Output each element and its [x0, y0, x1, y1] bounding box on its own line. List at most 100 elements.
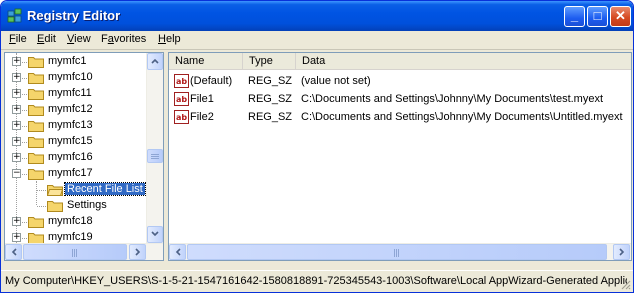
value-data: C:\Documents and Settings\Johnny\My Docu…: [301, 111, 623, 123]
menu-help[interactable]: Help: [158, 33, 181, 45]
tree-item-label: mymfc16: [48, 151, 93, 163]
folder-icon: [28, 153, 44, 164]
expand-icon[interactable]: +: [12, 137, 21, 146]
value-type: REG_SZ: [248, 75, 293, 87]
scroll-thumb[interactable]: [147, 149, 163, 163]
tree-item-label: mymfc13: [48, 119, 93, 131]
expand-icon[interactable]: +: [12, 233, 21, 242]
tree-item[interactable]: − mymfc17: [5, 166, 147, 182]
column-headers: Name Type Data: [169, 53, 631, 70]
scroll-thumb[interactable]: [23, 244, 127, 260]
value-row[interactable]: ab File1 REG_SZ C:\Documents and Setting…: [169, 91, 615, 107]
expand-icon[interactable]: +: [12, 217, 21, 226]
minimize-icon: _: [570, 8, 579, 23]
scroll-thumb[interactable]: [187, 244, 607, 260]
tree-horizontal-scrollbar[interactable]: [5, 243, 163, 260]
expand-icon[interactable]: +: [12, 121, 21, 130]
close-icon: ✕: [615, 8, 626, 23]
scroll-up-button[interactable]: [147, 53, 163, 70]
minimize-button[interactable]: _: [564, 6, 585, 27]
registry-editor-icon: [7, 8, 22, 23]
tree-item[interactable]: + mymfc10: [5, 70, 147, 86]
expand-icon[interactable]: +: [12, 153, 21, 162]
svg-text:ab: ab: [176, 77, 187, 86]
folder-icon: [28, 169, 44, 180]
value-row[interactable]: ab (Default) REG_SZ (value not set): [169, 73, 615, 89]
status-path: My Computer\HKEY_USERS\S-1-5-21-15471616…: [5, 275, 627, 287]
scroll-left-button[interactable]: [5, 244, 22, 260]
folder-icon: [28, 89, 44, 100]
value-type: REG_SZ: [248, 93, 293, 105]
tree-item[interactable]: + mymfc15: [5, 134, 147, 150]
folder-icon: [28, 121, 44, 132]
maximize-icon: □: [593, 8, 602, 23]
scroll-down-button[interactable]: [147, 226, 163, 243]
value-row[interactable]: ab File2 REG_SZ C:\Documents and Setting…: [169, 109, 623, 125]
string-value-icon: ab: [174, 92, 189, 106]
tree-item-label: Settings: [67, 199, 107, 211]
status-bar: My Computer\HKEY_USERS\S-1-5-21-15471616…: [1, 270, 633, 292]
expand-icon[interactable]: +: [12, 89, 21, 98]
key-tree-pane[interactable]: + mymfc1 + mymfc10 + mymfc11 + mymfc12 +…: [4, 52, 164, 261]
menu-favorites[interactable]: Favorites: [101, 33, 146, 45]
tree-item[interactable]: + mymfc18: [5, 214, 147, 230]
collapse-icon[interactable]: −: [12, 169, 21, 178]
scroll-right-button[interactable]: [129, 244, 146, 260]
tree-item[interactable]: + mymfc11: [5, 86, 147, 102]
chevron-left-icon: [175, 248, 181, 256]
folder-icon: [28, 137, 44, 148]
column-header-data[interactable]: Data: [296, 53, 631, 70]
expand-icon[interactable]: +: [12, 73, 21, 82]
menu-bar: File Edit View Favorites Help: [1, 31, 633, 50]
close-button[interactable]: ✕: [610, 6, 631, 27]
tree-vertical-scrollbar[interactable]: [146, 53, 163, 243]
tree-item-label: mymfc17: [48, 167, 93, 179]
chevron-down-icon: [151, 231, 159, 237]
chevron-right-icon: [134, 248, 140, 256]
svg-text:ab: ab: [176, 113, 187, 122]
chevron-up-icon: [151, 58, 159, 64]
chevron-left-icon: [11, 248, 17, 256]
value-name: (Default): [190, 75, 233, 87]
folder-icon: [28, 105, 44, 116]
tree-item-label: mymfc11: [48, 87, 92, 99]
resize-grip-icon[interactable]: [619, 278, 631, 290]
menu-edit[interactable]: Edit: [37, 33, 56, 45]
svg-text:ab: ab: [176, 95, 187, 104]
maximize-button[interactable]: □: [587, 6, 608, 27]
scroll-left-button[interactable]: [169, 244, 186, 260]
menu-file[interactable]: File: [9, 33, 27, 45]
menu-view[interactable]: View: [67, 33, 91, 45]
expand-icon[interactable]: +: [12, 57, 21, 66]
tree-item[interactable]: + mymfc13: [5, 118, 147, 134]
registry-editor-window: Registry Editor _ □ ✕ File Edit View Fav…: [0, 0, 634, 293]
value-name: File1: [190, 93, 214, 105]
string-value-icon: ab: [174, 110, 189, 124]
folder-icon: [28, 73, 44, 84]
tree-item-label: mymfc19: [48, 231, 93, 243]
value-name: File2: [190, 111, 214, 123]
folder-icon: [28, 57, 44, 68]
values-list-pane[interactable]: Name Type Data ab (Default) REG_SZ (valu…: [168, 52, 632, 261]
values-horizontal-scrollbar[interactable]: [169, 243, 631, 260]
window-title: Registry Editor: [27, 8, 121, 23]
tree-item-label: mymfc1: [48, 55, 87, 67]
open-folder-icon: [47, 185, 63, 196]
value-type: REG_SZ: [248, 111, 293, 123]
string-value-icon: ab: [174, 74, 189, 88]
tree-item[interactable]: + mymfc1: [5, 54, 147, 70]
tree-item-label: Recent File List: [64, 182, 146, 196]
tree-item-label: mymfc18: [48, 215, 93, 227]
value-data: (value not set): [301, 75, 371, 87]
title-bar[interactable]: Registry Editor _ □ ✕: [1, 1, 633, 31]
chevron-right-icon: [618, 248, 624, 256]
tree-item[interactable]: + mymfc12: [5, 102, 147, 118]
column-header-type[interactable]: Type: [243, 53, 296, 70]
tree-item-selected[interactable]: Recent File List: [5, 182, 147, 198]
tree-item[interactable]: + mymfc16: [5, 150, 147, 166]
column-header-name[interactable]: Name: [169, 53, 243, 70]
expand-icon[interactable]: +: [12, 105, 21, 114]
tree-item[interactable]: Settings: [5, 198, 147, 214]
scroll-right-button[interactable]: [613, 244, 630, 260]
value-data: C:\Documents and Settings\Johnny\My Docu…: [301, 93, 604, 105]
